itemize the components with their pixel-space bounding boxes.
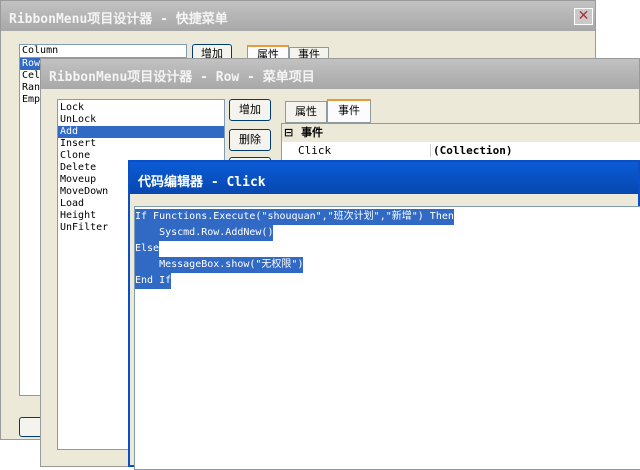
title-bar[interactable]: RibbonMenu项目设计器 - 快捷菜单 ✕ <box>1 1 595 31</box>
window-title: RibbonMenu项目设计器 - Row - 菜单项目 <box>49 70 315 85</box>
add-button[interactable]: 增加 <box>229 99 271 121</box>
code-line[interactable]: End If <box>135 273 172 289</box>
list-item[interactable]: Add <box>58 126 224 138</box>
code-line[interactable]: If Functions.Execute("shouquan","班次计划","… <box>135 209 454 225</box>
code-editor-window: 代码编辑器 - Click If Functions.Execute("shou… <box>128 160 640 470</box>
list-item[interactable]: UnLock <box>58 114 224 126</box>
collapse-icon[interactable]: ⊟ <box>282 126 293 139</box>
code-line[interactable]: Else <box>135 241 160 257</box>
item-name-input[interactable]: Column <box>19 44 187 58</box>
close-icon: ✕ <box>577 8 590 24</box>
property-value[interactable]: (Collection) <box>430 144 512 157</box>
item-name-input-value: Column <box>22 45 59 56</box>
code-line[interactable]: Syscmd.Row.AddNew() <box>135 225 274 241</box>
tab-events[interactable]: 事件 <box>327 99 371 123</box>
title-bar[interactable]: RibbonMenu项目设计器 - Row - 菜单项目 <box>41 59 639 89</box>
window-title: RibbonMenu项目设计器 - 快捷菜单 <box>9 12 228 27</box>
title-bar[interactable]: 代码编辑器 - Click <box>130 162 638 194</box>
event-category-row[interactable]: ⊟ 事件 <box>282 124 640 142</box>
code-editor[interactable]: If Functions.Execute("shouquan","班次计划","… <box>134 206 640 470</box>
category-label: 事件 <box>301 126 324 139</box>
list-item[interactable]: Insert <box>58 138 224 150</box>
delete-button[interactable]: 删除 <box>229 129 271 151</box>
property-row[interactable]: Click (Collection) <box>282 142 640 158</box>
window-title: 代码编辑器 - Click <box>138 175 266 190</box>
tab-properties[interactable]: 属性 <box>285 101 327 123</box>
list-item[interactable]: Lock <box>58 102 224 114</box>
property-name: Click <box>298 144 332 157</box>
code-line[interactable]: MessageBox.show("无权限") <box>135 257 304 273</box>
close-button[interactable]: ✕ <box>574 8 593 25</box>
